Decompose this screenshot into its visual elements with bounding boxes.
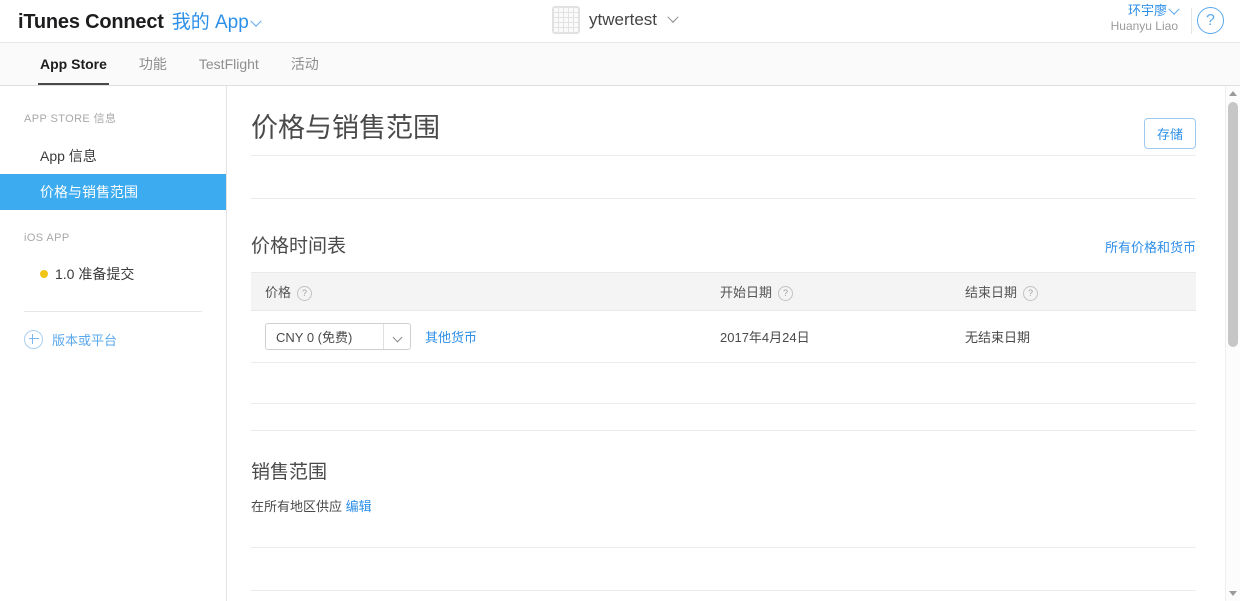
price-tier-select[interactable]: CNY 0 (免费) bbox=[265, 323, 411, 350]
cell-price: CNY 0 (免费) 其他货币 bbox=[251, 310, 706, 363]
user-name-en: Huanyu Liao bbox=[1110, 19, 1178, 34]
brand-title: iTunes Connect bbox=[18, 11, 164, 33]
table-header: 价格? 开始日期? 结束日期? bbox=[251, 272, 1196, 311]
divider-bottom bbox=[251, 590, 1196, 591]
my-app-label: 我的 App bbox=[171, 12, 249, 33]
cell-end-date: 无结束日期 bbox=[951, 310, 1196, 363]
column-header-price-label: 价格 bbox=[265, 285, 292, 300]
select-divider bbox=[383, 324, 384, 349]
price-tier-selected-value: CNY 0 (免费) bbox=[276, 330, 353, 345]
vertical-scrollbar[interactable] bbox=[1225, 86, 1240, 601]
help-icon[interactable]: ? bbox=[1023, 286, 1039, 301]
add-version-label: 版本或平台 bbox=[52, 332, 118, 348]
add-version-or-platform-button[interactable]: 版本或平台 bbox=[0, 312, 226, 349]
column-header-end-date-label: 结束日期 bbox=[965, 285, 1018, 300]
table-row: CNY 0 (免费) 其他货币 2017年4月24日 无结束日期 bbox=[251, 310, 1196, 363]
chevron-down-icon bbox=[250, 15, 262, 27]
triangle-up-icon bbox=[1229, 91, 1237, 96]
my-app-menu[interactable]: 我的 App bbox=[171, 7, 262, 34]
availability-title: 销售范围 bbox=[251, 462, 328, 483]
help-icon[interactable]: ? bbox=[1197, 7, 1224, 34]
availability-status-text: 在所有地区供应 bbox=[251, 499, 343, 514]
content-inner: 价格与销售范围 存储 价格时间表 所有价格和货币 价格? 开始日期 ? 结束日期… bbox=[227, 86, 1240, 591]
tab-testflight[interactable]: TestFlight bbox=[183, 43, 275, 85]
help-icon[interactable]: ? bbox=[778, 286, 794, 301]
status-dot-icon bbox=[40, 270, 48, 279]
chevron-down-icon bbox=[1168, 3, 1180, 15]
sidebar: APP STORE 信息 App 信息 价格与销售范围 iOS APP 1.0 … bbox=[0, 86, 227, 601]
page-header: 价格与销售范围 存储 bbox=[251, 86, 1196, 155]
price-cell-wrapper: CNY 0 (免费) 其他货币 bbox=[265, 323, 706, 350]
sidebar-item-version[interactable]: 1.0 准备提交 bbox=[0, 256, 226, 292]
app-placeholder-grid-icon bbox=[552, 6, 580, 34]
user-name-cn-text: 环宇廖 bbox=[1127, 3, 1167, 18]
sidebar-group-ios-app: iOS APP bbox=[24, 232, 70, 245]
column-header-end-date: 结束日期? bbox=[951, 272, 1196, 311]
tab-features[interactable]: 功能 bbox=[123, 43, 183, 85]
tab-app-store[interactable]: App Store bbox=[24, 43, 123, 85]
content-pane: 价格与销售范围 存储 价格时间表 所有价格和货币 价格? 开始日期 ? 结束日期… bbox=[227, 86, 1240, 601]
triangle-down-icon bbox=[1229, 591, 1237, 596]
top-bar: iTunes Connect 我的 App ytwertest 环宇廖 Huan… bbox=[0, 0, 1240, 43]
tab-activity[interactable]: 活动 bbox=[275, 43, 335, 85]
sidebar-group-app-store-info: APP STORE 信息 bbox=[24, 113, 117, 125]
empty-section-band-bottom bbox=[251, 548, 1196, 590]
chevron-down-icon bbox=[667, 11, 679, 23]
help-icon[interactable]: ? bbox=[297, 286, 313, 301]
app-switcher[interactable]: ytwertest bbox=[552, 6, 679, 34]
table-header-row: 价格? 开始日期? 结束日期? bbox=[251, 272, 1196, 311]
main-area: APP STORE 信息 App 信息 价格与销售范围 iOS APP 1.0 … bbox=[0, 86, 1240, 601]
nav-tabs: App Store 功能 TestFlight 活动 bbox=[0, 43, 1240, 86]
sidebar-item-pricing[interactable]: 价格与销售范围 bbox=[0, 174, 226, 211]
price-schedule-title: 价格时间表 bbox=[251, 236, 347, 257]
price-schedule-table: 价格? 开始日期? 结束日期? CNY 0 (免费) 其他货币 2017年4月2… bbox=[251, 272, 1196, 363]
page-title: 价格与销售范围 bbox=[251, 113, 440, 143]
sidebar-item-app-info[interactable]: App 信息 bbox=[0, 138, 226, 174]
column-header-price: 价格? bbox=[251, 272, 706, 311]
brand-area: iTunes Connect 我的 App bbox=[18, 7, 262, 34]
table-body: CNY 0 (免费) 其他货币 2017年4月24日 无结束日期 bbox=[251, 310, 1196, 363]
edit-availability-link[interactable]: 编辑 bbox=[346, 499, 372, 514]
column-header-start-date: 开始日期? bbox=[706, 272, 951, 311]
scrollbar-thumb[interactable] bbox=[1228, 102, 1238, 347]
scroll-down-arrow-icon[interactable] bbox=[1226, 586, 1240, 601]
price-schedule-header: 价格时间表 所有价格和货币 bbox=[251, 231, 1196, 258]
all-prices-and-currencies-link[interactable]: 所有价格和货币 bbox=[1105, 237, 1196, 256]
toolbar-divider bbox=[1191, 8, 1192, 34]
scroll-up-arrow-icon[interactable] bbox=[1226, 86, 1240, 101]
availability-status: 在所有地区供应 编辑 bbox=[251, 496, 1196, 515]
user-menu[interactable]: 环宇廖 Huanyu Liao bbox=[1110, 3, 1180, 34]
plus-circle-icon bbox=[24, 329, 43, 349]
user-name-cn: 环宇廖 bbox=[1111, 3, 1180, 19]
chevron-down-icon bbox=[392, 332, 403, 343]
cell-start-date: 2017年4月24日 bbox=[706, 310, 951, 363]
save-button[interactable]: 存储 bbox=[1143, 118, 1196, 149]
app-name-label: ytwertest bbox=[589, 10, 658, 29]
empty-section-band bbox=[251, 156, 1196, 198]
other-currencies-link[interactable]: 其他货币 bbox=[425, 327, 477, 346]
column-header-start-date-label: 开始日期 bbox=[720, 285, 773, 300]
sidebar-item-version-label: 1.0 准备提交 bbox=[55, 266, 135, 283]
